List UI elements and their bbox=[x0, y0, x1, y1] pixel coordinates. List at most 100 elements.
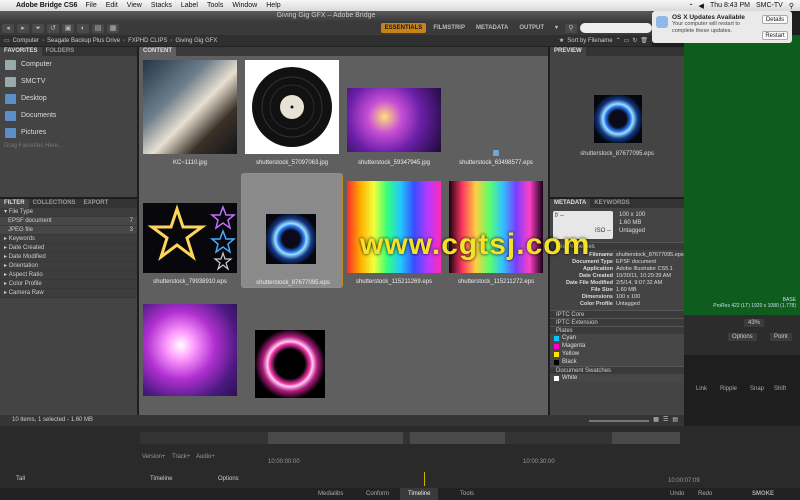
tab-export[interactable]: EXPORT bbox=[80, 199, 113, 208]
filter-section[interactable]: ▸ Color Profile bbox=[0, 280, 137, 289]
thumbnail-item[interactable] bbox=[241, 292, 343, 407]
current-timecode[interactable]: 10:00:07:09 bbox=[668, 478, 700, 484]
metadata-value[interactable]: Untagged bbox=[616, 301, 684, 308]
thumbnail-item[interactable]: KC~1110.jpg bbox=[139, 54, 241, 169]
menu-view[interactable]: View bbox=[127, 2, 142, 9]
section-iptc-extension[interactable]: IPTC Extension bbox=[550, 318, 684, 326]
new-folder-icon[interactable]: ▭ bbox=[624, 37, 630, 44]
thumbnail-item[interactable]: shutterstock_63498577.eps bbox=[445, 54, 547, 169]
breadcrumb-item[interactable]: Computer bbox=[13, 38, 39, 44]
filter-section-file-type[interactable]: ▾ File Type bbox=[0, 208, 137, 217]
menu-help[interactable]: Help bbox=[266, 2, 280, 9]
favorite-pictures[interactable]: Pictures bbox=[0, 124, 137, 141]
os-update-notification[interactable]: OS X Updates Available Your computer wil… bbox=[652, 11, 792, 43]
menu-file[interactable]: File bbox=[85, 2, 96, 9]
tab-tools[interactable]: Tools bbox=[452, 488, 482, 500]
favorite-smctv[interactable]: SMCTV bbox=[0, 73, 137, 90]
metadata-value[interactable]: 2/5/14, 9:07:32 AM bbox=[616, 280, 684, 287]
grid-view-icon[interactable]: ▦ bbox=[653, 415, 659, 426]
menu-stacks[interactable]: Stacks bbox=[151, 2, 172, 9]
back-button[interactable]: ◂ bbox=[2, 23, 14, 33]
list-view-icon[interactable]: ☰ bbox=[663, 415, 668, 426]
breadcrumb-item[interactable]: FXPHD CLIPS bbox=[128, 38, 167, 44]
workspace-metadata[interactable]: METADATA bbox=[472, 23, 512, 33]
breadcrumb-item[interactable]: Giving Gig GFX bbox=[175, 38, 217, 44]
section-iptc-core[interactable]: IPTC Core bbox=[550, 310, 684, 318]
favorite-desktop[interactable]: Desktop bbox=[0, 90, 137, 107]
restart-button[interactable]: Restart bbox=[762, 31, 788, 40]
filter-section[interactable]: ▸ Date Modified bbox=[0, 253, 137, 262]
filter-section[interactable]: ▸ Date Created bbox=[0, 244, 137, 253]
tab-keywords[interactable]: KEYWORDS bbox=[590, 199, 633, 208]
tab-timeline[interactable]: Timeline bbox=[400, 488, 439, 500]
menu-window[interactable]: Window bbox=[232, 2, 257, 9]
output-icon[interactable]: ▦ bbox=[107, 23, 119, 33]
timeline-options-dropdown[interactable]: Options bbox=[218, 476, 239, 482]
thumbnail-item[interactable] bbox=[139, 292, 241, 407]
metadata-value[interactable]: Adobe Illustrator CS5.1 bbox=[616, 266, 684, 273]
undo-button[interactable]: Undo bbox=[662, 488, 692, 500]
menu-label[interactable]: Label bbox=[181, 2, 198, 9]
options-dropdown[interactable]: Options bbox=[728, 333, 757, 341]
track-control[interactable]: Audio+ bbox=[196, 454, 215, 460]
tab-metadata[interactable]: METADATA bbox=[550, 199, 591, 208]
metadata-value[interactable]: 100 x 100 bbox=[616, 294, 684, 301]
sort-order-icon[interactable]: ⌃ bbox=[616, 37, 621, 44]
audio-clip[interactable] bbox=[612, 432, 680, 444]
timeline-dropdown[interactable]: Timeline bbox=[150, 476, 172, 482]
star-filter-icon[interactable]: ★ bbox=[559, 37, 564, 44]
snap-toggle[interactable]: Snap bbox=[750, 386, 764, 392]
menu-tools[interactable]: Tools bbox=[207, 2, 223, 9]
search-input[interactable] bbox=[580, 23, 652, 33]
favorite-computer[interactable]: Computer bbox=[0, 56, 137, 73]
tab-medialibs[interactable]: Medialibs bbox=[310, 488, 351, 500]
thumbnail-size-slider[interactable] bbox=[589, 419, 650, 422]
metadata-value[interactable]: EPSF document bbox=[616, 259, 684, 266]
section-document-swatches[interactable]: Document Swatches bbox=[550, 366, 684, 374]
thumbnail-item[interactable]: shutterstock_59347945.jpg bbox=[343, 54, 445, 169]
redo-button[interactable]: Redo bbox=[690, 488, 720, 500]
workspace-essentials[interactable]: ESSENTIALS bbox=[380, 23, 427, 33]
link-toggle[interactable]: Link bbox=[696, 386, 707, 392]
recent-button[interactable]: ⏷ bbox=[32, 23, 44, 33]
rotate-icon[interactable]: ↻ bbox=[632, 37, 637, 44]
metadata-value[interactable]: 10/30/11, 10:29:39 AM bbox=[616, 273, 684, 280]
filter-section[interactable]: ▸ Camera Raw bbox=[0, 289, 137, 298]
tab-filter[interactable]: FILTER bbox=[0, 199, 29, 208]
volume-icon[interactable]: ◀ bbox=[699, 2, 704, 10]
tab-folders[interactable]: FOLDERS bbox=[42, 47, 79, 56]
open-recent-icon[interactable]: ▤ bbox=[92, 23, 104, 33]
workspace-output[interactable]: OUTPUT bbox=[515, 23, 548, 33]
track-height-dropdown[interactable]: Tall bbox=[16, 476, 25, 482]
point-dropdown[interactable]: Point bbox=[770, 333, 792, 341]
forward-button[interactable]: ▸ bbox=[17, 23, 29, 33]
tab-preview[interactable]: PREVIEW bbox=[550, 47, 586, 56]
thumbnail-item-selected[interactable]: shutterstock_87677095.eps bbox=[241, 173, 343, 288]
zoom-level[interactable]: 43% bbox=[744, 319, 765, 327]
filter-option[interactable]: EPSF document 7 bbox=[0, 217, 137, 226]
thumbnail-item[interactable]: shutterstock_79938910.eps bbox=[139, 173, 241, 288]
tab-conform[interactable]: Conform bbox=[358, 488, 397, 500]
tab-collections[interactable]: COLLECTIONS bbox=[29, 199, 80, 208]
thumbnail-item[interactable]: shutterstock_57097063.jpg bbox=[241, 54, 343, 169]
audio-clip[interactable] bbox=[268, 432, 403, 444]
filter-section[interactable]: ▸ Keywords bbox=[0, 235, 137, 244]
track-control[interactable]: Version+ bbox=[142, 454, 166, 460]
camera-icon[interactable]: ▣ bbox=[62, 23, 74, 33]
filter-section[interactable]: ▸ Orientation bbox=[0, 262, 137, 271]
spotlight-icon[interactable]: ⚲ bbox=[789, 2, 794, 10]
sort-dropdown[interactable]: Sort by Filename bbox=[567, 38, 612, 44]
workspace-filmstrip[interactable]: FILMSTRIP bbox=[429, 23, 469, 33]
audio-clip[interactable] bbox=[410, 432, 505, 444]
playhead[interactable] bbox=[424, 472, 425, 486]
preview-image[interactable] bbox=[594, 95, 642, 143]
section-plates[interactable]: Plates bbox=[550, 326, 684, 334]
ripple-toggle[interactable]: Ripple bbox=[720, 386, 737, 392]
filter-option[interactable]: JPEG file 3 bbox=[0, 226, 137, 235]
metadata-value[interactable]: shutterstock_87677095.eps bbox=[616, 252, 684, 259]
refine-button[interactable]: ◐ bbox=[77, 23, 89, 33]
metadata-value[interactable]: 1.60 MB bbox=[616, 287, 684, 294]
wifi-icon[interactable]: ◔ bbox=[688, 2, 692, 9]
user-menu[interactable]: SMC-TV bbox=[756, 2, 783, 9]
menu-edit[interactable]: Edit bbox=[106, 2, 118, 9]
